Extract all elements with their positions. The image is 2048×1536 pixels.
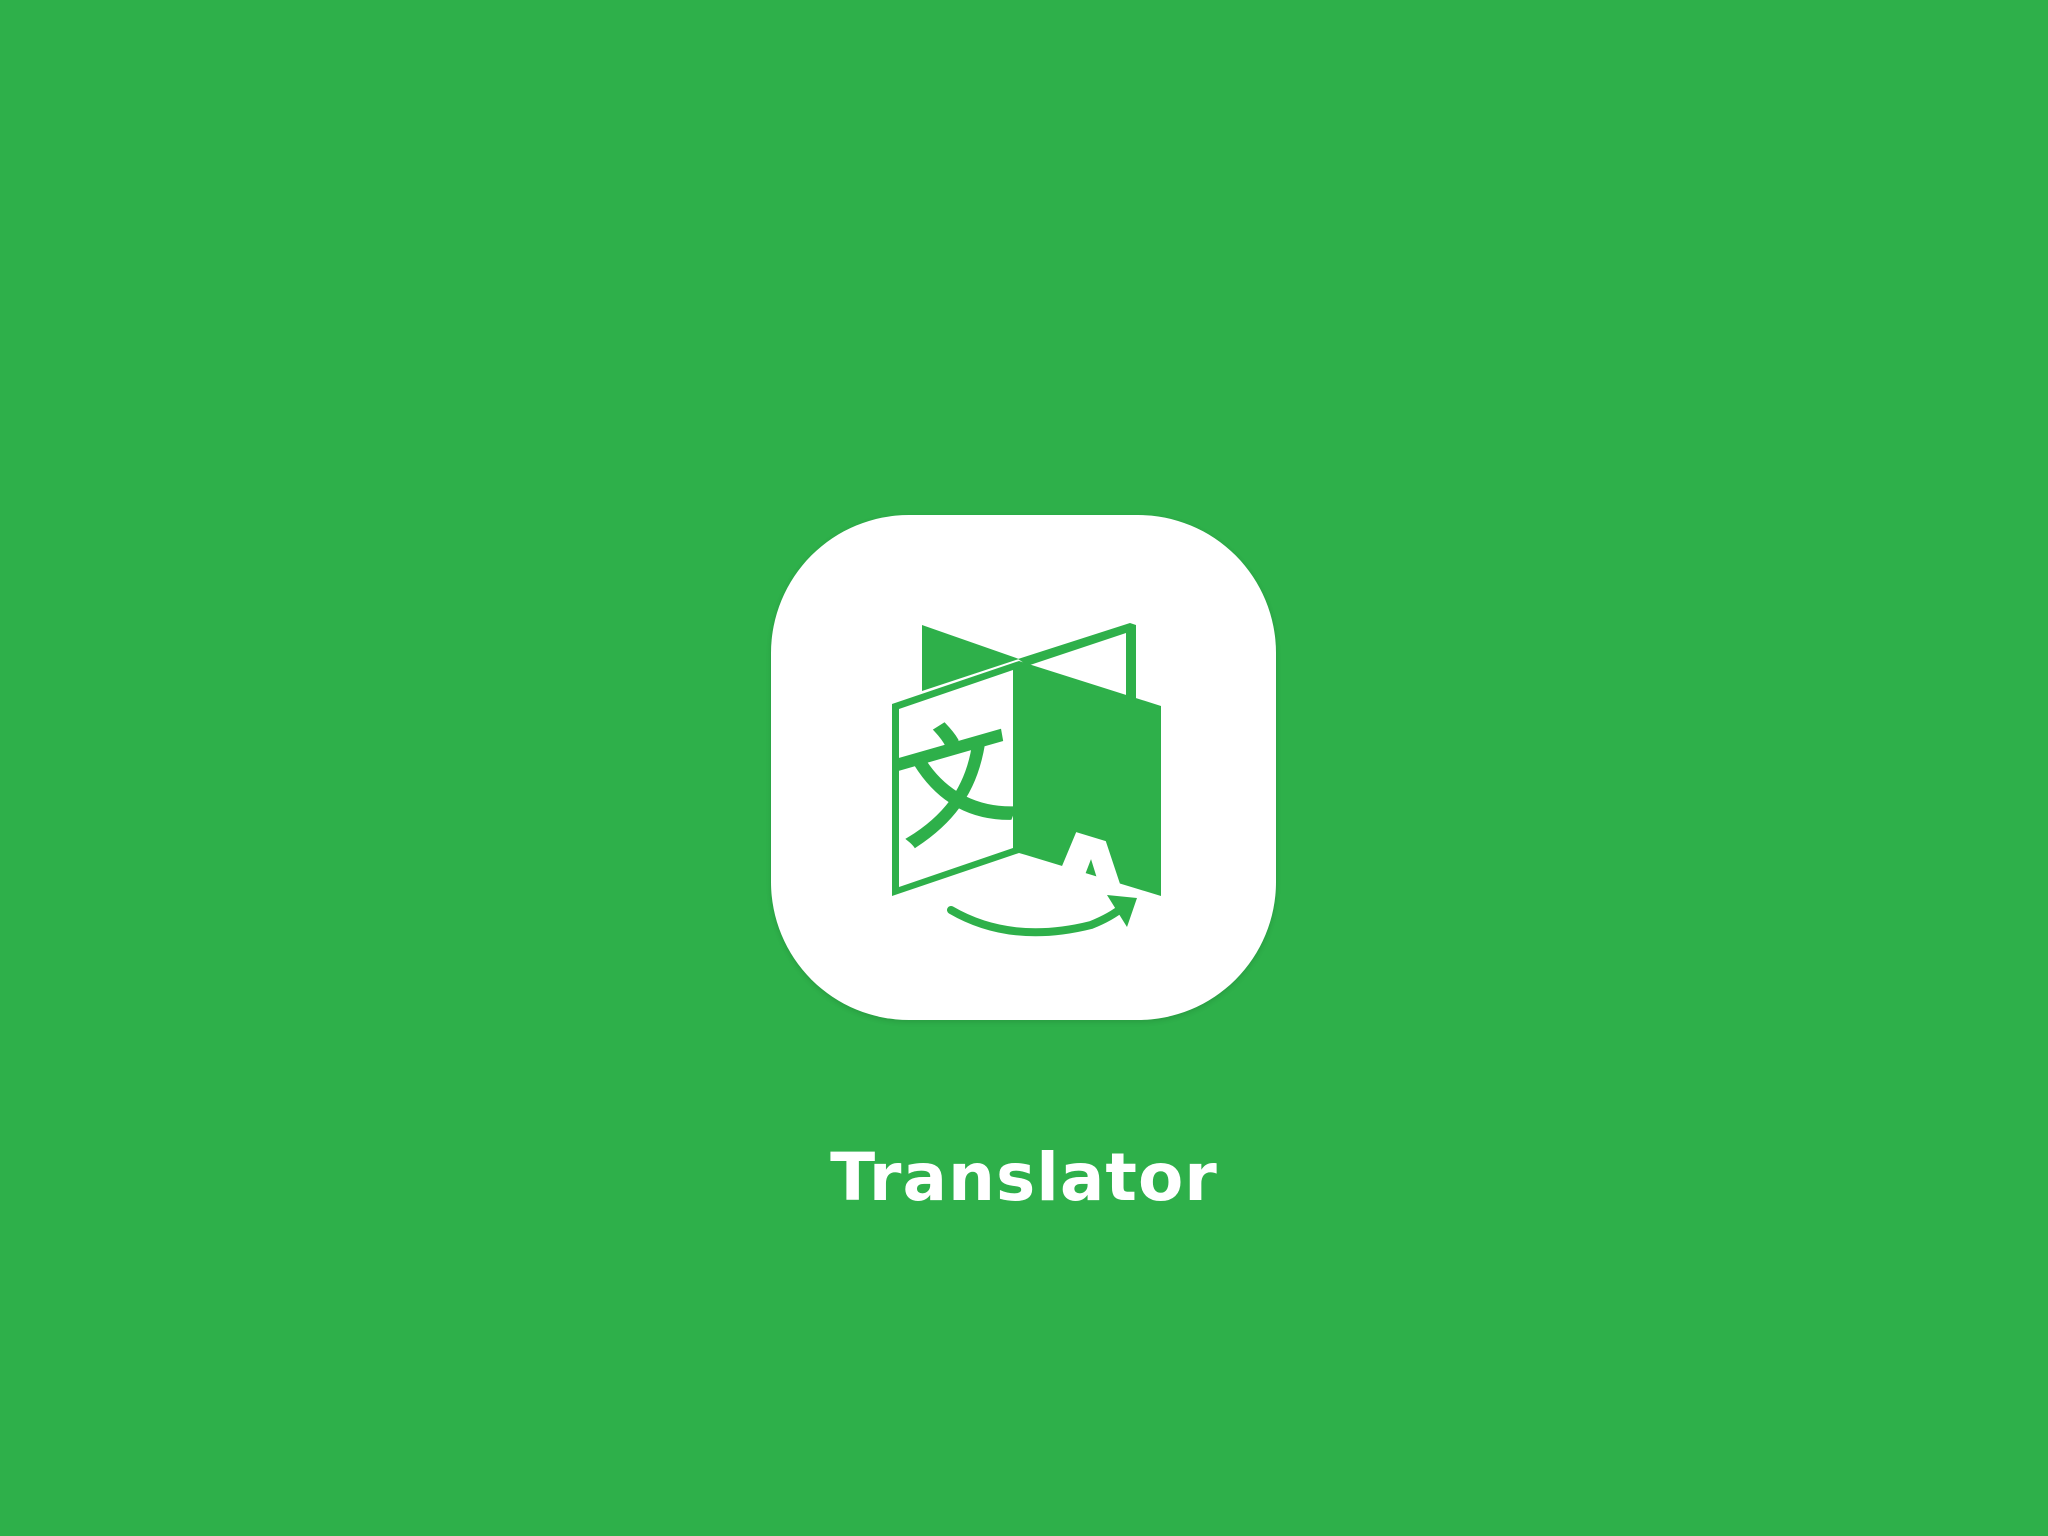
app-icon-tile[interactable]: 文 A [771,515,1276,1020]
splash-screen: 文 A Translator [0,0,2048,1536]
target-glyph: A [1040,795,1142,980]
translator-book-icon: 文 A [885,623,1161,980]
app-name: Translator [830,1139,1218,1216]
